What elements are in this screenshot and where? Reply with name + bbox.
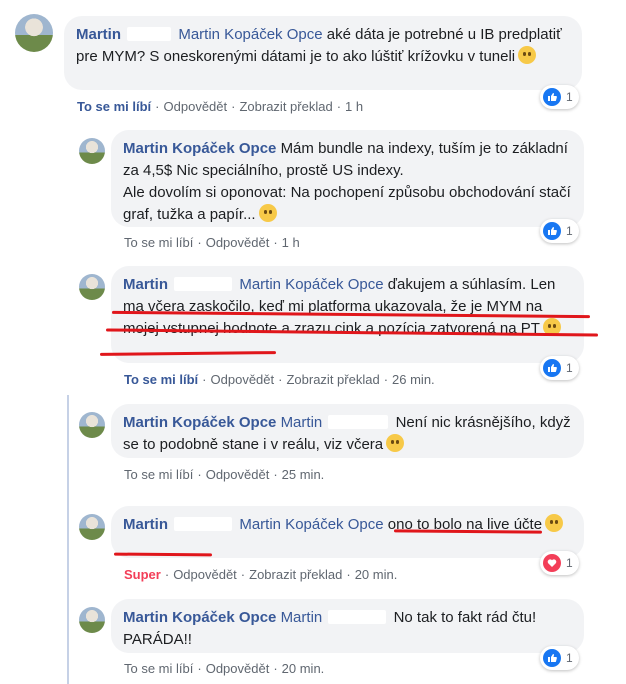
reply-button[interactable]: Odpovědět: [206, 661, 270, 676]
like-icon: [543, 222, 561, 240]
redacted-name: [174, 277, 233, 291]
timestamp[interactable]: 20 min.: [355, 567, 398, 582]
smiling-face-icon: [386, 434, 405, 452]
avatar[interactable]: [79, 607, 105, 633]
reaction-count: 1: [566, 651, 573, 665]
smiling-face-icon: [258, 204, 277, 222]
comment-actions: To se mi líbí · Odpovědět · Zobrazit překlad…: [77, 99, 364, 114]
tagged-user[interactable]: Martin: [281, 609, 323, 626]
comment-bubble: Martin Kopáček Opce Mám bundle na indexy…: [111, 130, 584, 227]
like-button[interactable]: To se mi líbí: [124, 661, 193, 676]
tagged-user[interactable]: Martin: [281, 414, 323, 431]
winking-face-icon: [545, 514, 564, 532]
comment-actions: To se mi líbí · Odpovědět · 20 min.: [124, 661, 325, 676]
reaction-badge[interactable]: 1: [540, 356, 579, 380]
reply-button[interactable]: Odpovědět: [173, 567, 237, 582]
comment-author[interactable]: Martin: [76, 26, 121, 43]
reaction-count: 1: [566, 90, 573, 104]
translate-button[interactable]: Zobrazit překlad: [239, 99, 332, 114]
avatar[interactable]: [15, 14, 53, 52]
comment-author[interactable]: Martin Kopáček Opce: [123, 140, 276, 157]
reaction-badge[interactable]: 1: [540, 219, 579, 243]
reply-button[interactable]: Odpovědět: [206, 467, 270, 482]
redacted-name: [328, 415, 389, 429]
redacted-name: [127, 27, 172, 41]
reply-button[interactable]: Odpovědět: [164, 99, 228, 114]
comment-actions: To se mi líbí · Odpovědět · 25 min.: [124, 467, 325, 482]
translate-button[interactable]: Zobrazit překlad: [249, 567, 342, 582]
comment-author[interactable]: Martin: [123, 276, 168, 293]
avatar[interactable]: [79, 412, 105, 438]
thread-line: [67, 395, 69, 684]
like-button[interactable]: To se mi líbí: [77, 99, 151, 114]
like-icon: [543, 649, 561, 667]
comment-author[interactable]: Martin: [123, 516, 168, 533]
avatar[interactable]: [79, 274, 105, 300]
timestamp[interactable]: 20 min.: [282, 661, 325, 676]
reaction-badge[interactable]: 1: [540, 646, 579, 670]
reply-button[interactable]: Odpovědět: [211, 372, 275, 387]
redacted-name: [328, 610, 387, 624]
reaction-count: 1: [566, 556, 573, 570]
avatar[interactable]: [79, 514, 105, 540]
like-button[interactable]: To se mi líbí: [124, 372, 198, 387]
comment-actions: To se mi líbí · Odpovědět · 1 h: [124, 235, 300, 250]
redacted-name: [174, 517, 233, 531]
like-button[interactable]: To se mi líbí: [124, 235, 193, 250]
reaction-badge[interactable]: 1: [540, 551, 579, 575]
comment-author[interactable]: Martin Kopáček Opce: [123, 414, 276, 431]
comment-bubble: Martin Kopáček Opce Martin No tak to fak…: [111, 599, 584, 653]
reaction-count: 1: [566, 224, 573, 238]
comment-text: Ale dovolím si oponovat: Na pochopení zp…: [123, 184, 571, 223]
translate-button[interactable]: Zobrazit překlad: [286, 372, 379, 387]
timestamp[interactable]: 25 min.: [282, 467, 325, 482]
tagged-user[interactable]: Martin Kopáček Opce: [178, 26, 322, 43]
like-button[interactable]: Super: [124, 567, 161, 582]
comment-actions: To se mi líbí · Odpovědět · Zobrazit překlad…: [124, 372, 435, 387]
like-button[interactable]: To se mi líbí: [124, 467, 193, 482]
comment-bubble: Martin Kopáček Opce Martin Není nic krás…: [111, 404, 584, 458]
tagged-user[interactable]: Martin Kopáček Opce: [239, 516, 383, 533]
comment-bubble: Martin Martin Kopáček Opce aké dáta je p…: [64, 16, 582, 90]
reaction-badge[interactable]: 1: [540, 85, 579, 109]
comment-author[interactable]: Martin Kopáček Opce: [123, 609, 276, 626]
reaction-count: 1: [566, 361, 573, 375]
comment-actions: Super · Odpovědět · Zobrazit překlad · 20 min.: [124, 567, 398, 582]
tagged-user[interactable]: Martin Kopáček Opce: [239, 276, 383, 293]
timestamp[interactable]: 1 h: [282, 235, 300, 250]
like-icon: [543, 359, 561, 377]
heart-icon: [543, 554, 561, 572]
avatar[interactable]: [79, 138, 105, 164]
timestamp[interactable]: 1 h: [345, 99, 363, 114]
like-icon: [543, 88, 561, 106]
timestamp[interactable]: 26 min.: [392, 372, 435, 387]
reply-button[interactable]: Odpovědět: [206, 235, 270, 250]
upside-down-face-icon: [518, 46, 537, 64]
